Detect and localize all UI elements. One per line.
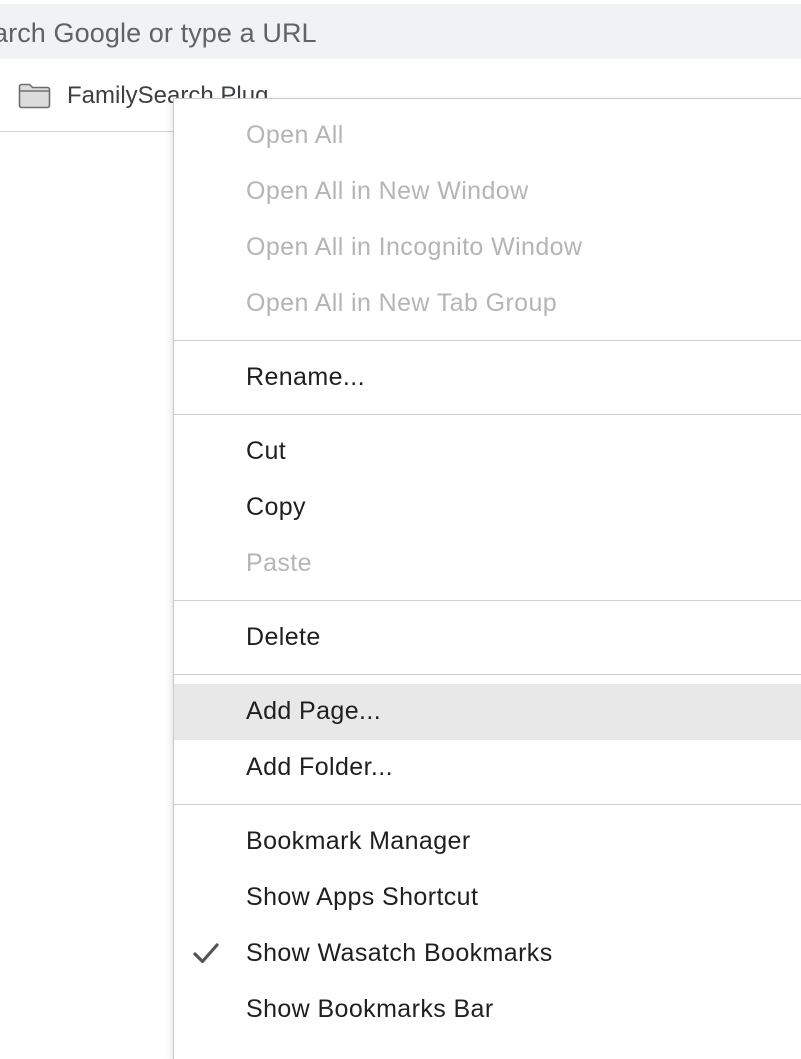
menu-item-label: Show Bookmarks Bar — [246, 995, 494, 1023]
menu-item-cut[interactable]: Cut — [174, 424, 801, 480]
menu-item-label: Show Apps Shortcut — [246, 883, 479, 911]
checkmark-icon — [193, 943, 219, 964]
menu-item-label: Bookmark Manager — [246, 827, 471, 855]
menu-item-label: Add Folder... — [246, 753, 393, 781]
menu-item-add-folder[interactable]: Add Folder... — [174, 740, 801, 796]
menu-separator — [174, 414, 801, 415]
menu-item-open-all-tab-group[interactable]: Open All in New Tab Group — [174, 276, 801, 332]
menu-item-bookmark-manager[interactable]: Bookmark Manager — [174, 814, 801, 870]
menu-separator — [174, 340, 801, 341]
menu-item-open-all[interactable]: Open All — [174, 108, 801, 164]
menu-item-label: Open All — [246, 121, 344, 149]
menu-item-label: Open All in Incognito Window — [246, 233, 583, 261]
menu-item-label: Paste — [246, 549, 312, 577]
menu-item-open-all-incognito[interactable]: Open All in Incognito Window — [174, 220, 801, 276]
menu-item-paste[interactable]: Paste — [174, 536, 801, 592]
menu-item-label: Rename... — [246, 363, 365, 391]
menu-item-label: Add Page... — [246, 697, 382, 725]
menu-item-rename[interactable]: Rename... — [174, 350, 801, 406]
menu-separator — [174, 674, 801, 675]
menu-item-label: Show Wasatch Bookmarks — [246, 939, 553, 967]
menu-item-open-all-new-window[interactable]: Open All in New Window — [174, 164, 801, 220]
menu-item-label: Open All in New Tab Group — [246, 289, 558, 317]
menu-item-label: Delete — [246, 623, 321, 651]
menu-item-delete[interactable]: Delete — [174, 610, 801, 666]
address-bar[interactable]: arch Google or type a URL — [0, 4, 801, 59]
menu-item-label: Open All in New Window — [246, 177, 529, 205]
menu-item-label: Copy — [246, 493, 306, 521]
address-bar-placeholder: arch Google or type a URL — [0, 18, 317, 48]
menu-separator — [174, 804, 801, 805]
menu-item-show-wasatch-bookmarks[interactable]: Show Wasatch Bookmarks — [174, 926, 801, 982]
menu-item-copy[interactable]: Copy — [174, 480, 801, 536]
menu-item-label: Cut — [246, 437, 287, 465]
menu-item-show-apps-shortcut[interactable]: Show Apps Shortcut — [174, 870, 801, 926]
menu-separator — [174, 600, 801, 601]
menu-item-show-bookmarks-bar[interactable]: Show Bookmarks Bar — [174, 982, 801, 1038]
folder-icon — [18, 83, 51, 109]
menu-item-add-page[interactable]: Add Page... — [174, 684, 801, 740]
context-menu: Open All Open All in New Window Open All… — [173, 98, 801, 1059]
